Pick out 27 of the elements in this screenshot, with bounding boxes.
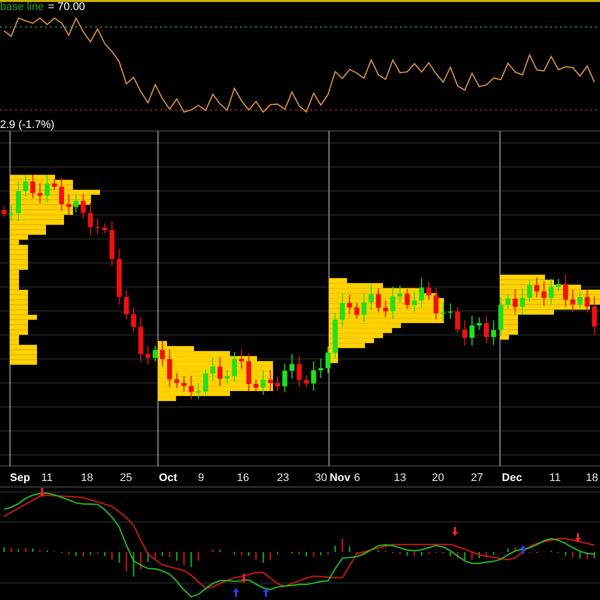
up-arrow-icon xyxy=(233,588,239,597)
down-arrow-icon xyxy=(39,488,45,497)
axis-label: 25 xyxy=(120,472,132,484)
axis-label: 9 xyxy=(198,472,204,484)
axis-label: 11 xyxy=(41,472,53,484)
axis-label: 11 xyxy=(549,472,561,484)
axis-label: 13 xyxy=(394,472,406,484)
legend-label: base line xyxy=(0,1,44,13)
axis-label: 6 xyxy=(354,472,360,484)
up-arrow-icon xyxy=(520,545,526,554)
down-arrow-icon xyxy=(452,527,458,536)
price-change-label: 2.9 (-1.7%) xyxy=(0,119,54,131)
axis-label: Nov xyxy=(330,472,350,484)
legend-value: = 70.00 xyxy=(48,1,86,13)
axis-label: 23 xyxy=(276,472,290,484)
axis-label: 20 xyxy=(432,472,444,484)
axis-label: 16 xyxy=(236,472,250,484)
up-arrow-icon xyxy=(263,588,269,597)
axis-label: 27 xyxy=(470,472,484,484)
axis-label: 30 xyxy=(314,472,328,484)
axis-label: Oct xyxy=(158,472,178,484)
down-arrow-icon xyxy=(575,533,581,542)
down-arrow-icon xyxy=(241,574,247,583)
axis-label: 18 xyxy=(80,472,94,484)
axis-label: Sep xyxy=(10,472,30,484)
axis-label: 18 xyxy=(586,472,598,484)
axis-label: Dec xyxy=(502,472,522,484)
